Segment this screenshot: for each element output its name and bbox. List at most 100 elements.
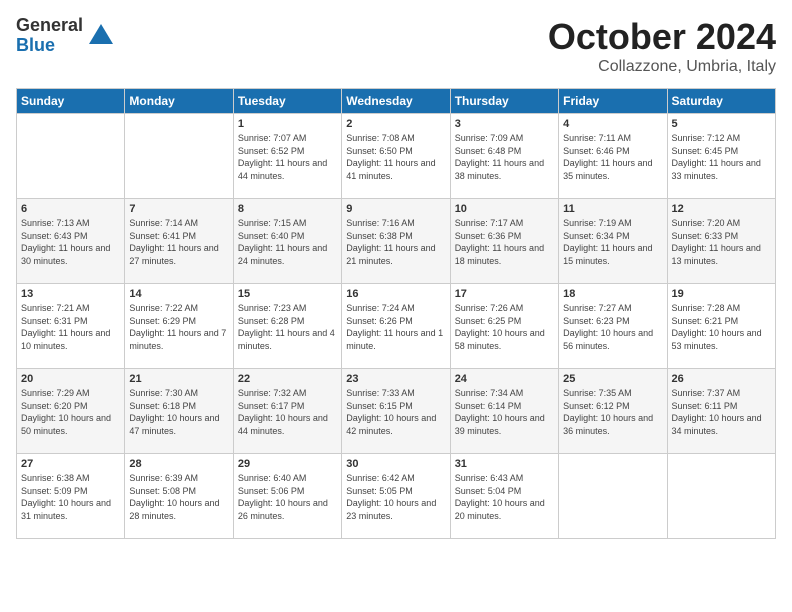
day-cell: 30Sunrise: 6:42 AM Sunset: 5:05 PM Dayli… [342, 454, 450, 539]
day-cell: 28 Sunrise: 6:39 AM Sunset: 5:08 PM Dayli… [125, 454, 233, 539]
day-info: Sunrise: 7:11 AM Sunset: 6:46 PM Dayligh… [563, 132, 662, 182]
day-info: Sunrise: 7:13 AM Sunset: 6:43 PM Dayligh… [21, 217, 120, 267]
day-cell: 3 Sunrise: 7:09 AM Sunset: 6:48 PM Daylig… [450, 114, 558, 199]
day-info: Sunrise: 7:07 AM Sunset: 6:52 PM Dayligh… [238, 132, 337, 182]
day-info: Sunrise: 7:30 AM Sunset: 6:18 PM Dayligh… [129, 387, 228, 437]
day-number: 5 [672, 118, 771, 130]
day-info: Sunrise: 7:32 AM Sunset: 6:17 PM Dayligh… [238, 387, 337, 437]
day-number: 4 [563, 118, 662, 130]
week-row-0: 1Sunrise: 7:07 AM Sunset: 6:52 PM Daylig… [17, 114, 776, 199]
day-number: 3 [455, 118, 554, 130]
day-cell: 26 Sunrise: 7:37 AM Sunset: 6:11 PM Dayli… [667, 369, 775, 454]
week-row-4: 27 Sunrise: 6:38 AM Sunset: 5:09 PM Dayli… [17, 454, 776, 539]
day-number: 11 [563, 203, 662, 215]
day-info: Sunrise: 7:26 AM Sunset: 6:25 PM Dayligh… [455, 302, 554, 352]
day-number: 12 [672, 203, 771, 215]
day-cell [17, 114, 125, 199]
day-info: Sunrise: 7:34 AM Sunset: 6:14 PM Dayligh… [455, 387, 554, 437]
logo-blue-text: Blue [16, 36, 83, 56]
day-cell: 11 Sunrise: 7:19 AM Sunset: 6:34 PM Dayli… [559, 199, 667, 284]
logo: General Blue [16, 16, 115, 56]
day-cell [125, 114, 233, 199]
day-cell: 25 Sunrise: 7:35 AM Sunset: 6:12 PM Dayli… [559, 369, 667, 454]
day-cell: 2 Sunrise: 7:08 AM Sunset: 6:50 PM Daylig… [342, 114, 450, 199]
logo-general-text: General [16, 16, 83, 36]
day-number: 10 [455, 203, 554, 215]
day-cell: 10 Sunrise: 7:17 AM Sunset: 6:36 PM Dayli… [450, 199, 558, 284]
day-number: 17 [455, 288, 554, 300]
day-info: Sunrise: 7:17 AM Sunset: 6:36 PM Dayligh… [455, 217, 554, 267]
day-number: 6 [21, 203, 120, 215]
day-info: Sunrise: 7:37 AM Sunset: 6:11 PM Dayligh… [672, 387, 771, 437]
week-row-3: 20Sunrise: 7:29 AM Sunset: 6:20 PM Dayli… [17, 369, 776, 454]
column-header-tuesday: Tuesday [233, 89, 341, 114]
day-info: Sunrise: 7:12 AM Sunset: 6:45 PM Dayligh… [672, 132, 771, 182]
day-info: Sunrise: 7:27 AM Sunset: 6:23 PM Dayligh… [563, 302, 662, 352]
day-cell: 24 Sunrise: 7:34 AM Sunset: 6:14 PM Dayli… [450, 369, 558, 454]
day-info: Sunrise: 6:40 AM Sunset: 5:06 PM Dayligh… [238, 472, 337, 522]
day-number: 24 [455, 373, 554, 385]
day-info: Sunrise: 7:29 AM Sunset: 6:20 PM Dayligh… [21, 387, 120, 437]
day-cell: 4 Sunrise: 7:11 AM Sunset: 6:46 PM Daylig… [559, 114, 667, 199]
day-cell: 29 Sunrise: 6:40 AM Sunset: 5:06 PM Dayli… [233, 454, 341, 539]
day-number: 9 [346, 203, 445, 215]
day-number: 21 [129, 373, 228, 385]
day-info: Sunrise: 6:43 AM Sunset: 5:04 PM Dayligh… [455, 472, 554, 522]
day-cell: 19 Sunrise: 7:28 AM Sunset: 6:21 PM Dayli… [667, 284, 775, 369]
day-number: 2 [346, 118, 445, 130]
day-info: Sunrise: 7:15 AM Sunset: 6:40 PM Dayligh… [238, 217, 337, 267]
column-header-sunday: Sunday [17, 89, 125, 114]
day-cell: 15Sunrise: 7:23 AM Sunset: 6:28 PM Dayli… [233, 284, 341, 369]
day-cell: 12Sunrise: 7:20 AM Sunset: 6:33 PM Dayli… [667, 199, 775, 284]
day-number: 15 [238, 288, 337, 300]
day-number: 18 [563, 288, 662, 300]
day-cell: 16Sunrise: 7:24 AM Sunset: 6:26 PM Dayli… [342, 284, 450, 369]
day-cell: 9Sunrise: 7:16 AM Sunset: 6:38 PM Daylig… [342, 199, 450, 284]
calendar-table: SundayMondayTuesdayWednesdayThursdayFrid… [16, 88, 776, 539]
day-cell: 17 Sunrise: 7:26 AM Sunset: 6:25 PM Dayli… [450, 284, 558, 369]
day-number: 8 [238, 203, 337, 215]
column-header-monday: Monday [125, 89, 233, 114]
day-info: Sunrise: 7:33 AM Sunset: 6:15 PM Dayligh… [346, 387, 445, 437]
day-info: Sunrise: 6:38 AM Sunset: 5:09 PM Dayligh… [21, 472, 120, 522]
day-number: 14 [129, 288, 228, 300]
day-info: Sunrise: 6:39 AM Sunset: 5:08 PM Dayligh… [129, 472, 228, 522]
day-cell: 1Sunrise: 7:07 AM Sunset: 6:52 PM Daylig… [233, 114, 341, 199]
day-info: Sunrise: 7:22 AM Sunset: 6:29 PM Dayligh… [129, 302, 228, 352]
day-info: Sunrise: 7:19 AM Sunset: 6:34 PM Dayligh… [563, 217, 662, 267]
day-number: 28 [129, 458, 228, 470]
month-title: October 2024 [548, 16, 776, 58]
day-cell: 6 Sunrise: 7:13 AM Sunset: 6:43 PM Daylig… [17, 199, 125, 284]
day-info: Sunrise: 7:09 AM Sunset: 6:48 PM Dayligh… [455, 132, 554, 182]
day-number: 31 [455, 458, 554, 470]
day-cell [559, 454, 667, 539]
column-header-wednesday: Wednesday [342, 89, 450, 114]
day-info: Sunrise: 7:28 AM Sunset: 6:21 PM Dayligh… [672, 302, 771, 352]
day-cell: 14 Sunrise: 7:22 AM Sunset: 6:29 PM Dayli… [125, 284, 233, 369]
day-number: 22 [238, 373, 337, 385]
day-info: Sunrise: 7:08 AM Sunset: 6:50 PM Dayligh… [346, 132, 445, 182]
day-cell: 23Sunrise: 7:33 AM Sunset: 6:15 PM Dayli… [342, 369, 450, 454]
column-header-saturday: Saturday [667, 89, 775, 114]
day-info: Sunrise: 7:21 AM Sunset: 6:31 PM Dayligh… [21, 302, 120, 352]
day-info: Sunrise: 7:14 AM Sunset: 6:41 PM Dayligh… [129, 217, 228, 267]
day-number: 27 [21, 458, 120, 470]
day-cell: 21 Sunrise: 7:30 AM Sunset: 6:18 PM Dayli… [125, 369, 233, 454]
day-cell: 27 Sunrise: 6:38 AM Sunset: 5:09 PM Dayli… [17, 454, 125, 539]
column-header-thursday: Thursday [450, 89, 558, 114]
day-number: 19 [672, 288, 771, 300]
logo-icon [87, 22, 115, 50]
day-number: 25 [563, 373, 662, 385]
day-number: 30 [346, 458, 445, 470]
day-cell: 7Sunrise: 7:14 AM Sunset: 6:41 PM Daylig… [125, 199, 233, 284]
day-cell: 31 Sunrise: 6:43 AM Sunset: 5:04 PM Dayli… [450, 454, 558, 539]
day-cell [667, 454, 775, 539]
column-header-friday: Friday [559, 89, 667, 114]
day-number: 26 [672, 373, 771, 385]
header-row: SundayMondayTuesdayWednesdayThursdayFrid… [17, 89, 776, 114]
day-cell: 22 Sunrise: 7:32 AM Sunset: 6:17 PM Dayli… [233, 369, 341, 454]
day-info: Sunrise: 7:24 AM Sunset: 6:26 PM Dayligh… [346, 302, 445, 352]
location-subtitle: Collazzone, Umbria, Italy [548, 58, 776, 76]
day-info: Sunrise: 7:35 AM Sunset: 6:12 PM Dayligh… [563, 387, 662, 437]
day-number: 29 [238, 458, 337, 470]
